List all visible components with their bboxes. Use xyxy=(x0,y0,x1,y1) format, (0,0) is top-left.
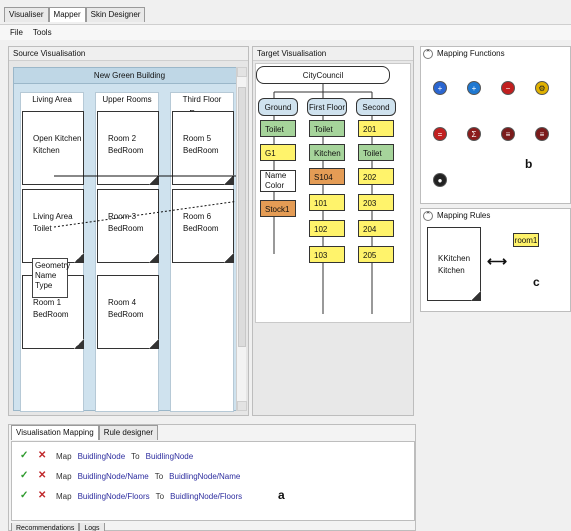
first-kitchen-node[interactable]: Kitchen xyxy=(309,144,345,161)
settings-gear-icon[interactable]: ⚙ xyxy=(535,81,549,95)
target-footer-area xyxy=(255,325,411,413)
tab-visualisation-mapping[interactable]: Visualisation Mapping xyxy=(11,425,99,440)
201-node[interactable]: 201 xyxy=(358,120,394,137)
doc-icon[interactable]: ≡ xyxy=(501,127,515,141)
scroll-down-button[interactable] xyxy=(237,401,247,411)
map-from: BuidlingNode/Name xyxy=(77,471,149,481)
target-panel-title: Target Visualisation xyxy=(253,47,413,61)
ground-floor-column: Ground Toilet G1 Name Color Stock1 xyxy=(258,98,298,298)
collapse-mapping-rules-icon[interactable]: ⌃ xyxy=(423,211,433,221)
map-keyword: Map xyxy=(56,471,72,481)
mapping-list-label-a: a xyxy=(278,488,285,502)
scroll-thumb[interactable] xyxy=(238,87,246,347)
203-node[interactable]: 203 xyxy=(358,194,394,211)
delete-icon[interactable]: ✕ xyxy=(38,470,50,482)
map-keyword: Map xyxy=(56,451,72,461)
202-node[interactable]: 202 xyxy=(358,168,394,185)
remove-node-icon[interactable]: − xyxy=(501,81,515,95)
delete-icon[interactable]: ✕ xyxy=(38,450,50,462)
ground-floor-head: Ground xyxy=(258,98,298,116)
204-node[interactable]: 204 xyxy=(358,220,394,237)
check-icon[interactable]: ✓ xyxy=(20,450,32,462)
map-from: BuidlingNode xyxy=(77,451,126,461)
target-icon[interactable]: ● xyxy=(433,173,447,187)
101-node[interactable]: 101 xyxy=(309,194,345,211)
tab-skin-designer[interactable]: Skin Designer xyxy=(85,7,146,22)
map-to: BuidlingNode/Floors xyxy=(170,491,243,501)
map-keyword: Map xyxy=(56,491,72,501)
103-node[interactable]: 103 xyxy=(309,246,345,263)
second-floor-head: Second Floor xyxy=(356,98,396,130)
mapping-row-1: ✓ ✕ Map BuidlingNode To BuidlingNode xyxy=(20,448,193,464)
mapping-rule-source-card[interactable]: KKitchen Kitchen xyxy=(427,227,481,301)
tab-mapper[interactable]: Mapper xyxy=(48,7,86,22)
menu-file[interactable]: File xyxy=(10,28,23,37)
mapping-rule-list: ✓ ✕ Map BuidlingNode To BuidlingNode ✓ ✕… xyxy=(11,441,415,521)
check-icon[interactable]: ✓ xyxy=(20,490,32,502)
map-to: BuidlingNode xyxy=(145,451,194,461)
source-canvas: New Green Building Living Area Open Kitc… xyxy=(13,67,247,412)
mapping-rules-label-c: c xyxy=(533,275,540,289)
source-panel-title: Source Visualisation xyxy=(9,47,248,61)
bottom-tabs: Visualisation Mapping Rule designer xyxy=(11,425,159,440)
mapping-functions-label-b: b xyxy=(525,157,533,171)
target-canvas: CityCouncil Ground Toilet G1 Name Color … xyxy=(255,63,411,323)
stock1-node[interactable]: Stock1 xyxy=(260,200,296,217)
mapping-row-3: ✓ ✕ Map BuidlingNode/Floors To BuidlingN… xyxy=(20,488,242,504)
app-top-area: Visualiser Mapper Skin Designer File Too… xyxy=(0,0,571,40)
check-icon[interactable]: ✓ xyxy=(20,470,32,482)
g1-node[interactable]: G1 xyxy=(260,144,296,161)
rule-card-kitchen: Kitchen xyxy=(438,266,465,275)
sum-icon[interactable]: Σ xyxy=(467,127,481,141)
bottom-secondary-tabs: Recommendations Logs xyxy=(11,523,105,531)
delete-icon[interactable]: ✕ xyxy=(38,490,50,502)
plus-circle-icon[interactable]: + xyxy=(433,81,447,95)
tab-rule-designer[interactable]: Rule designer xyxy=(98,425,159,440)
tab-visualiser[interactable]: Visualiser xyxy=(4,7,49,22)
first-toilet-node[interactable]: Toilet xyxy=(309,120,345,137)
mapping-functions-title: Mapping Functions xyxy=(437,49,505,58)
mapping-functions-panel: ⌃ Mapping Functions + + − ⚙ = Σ ≡ ≡ ● b xyxy=(420,46,571,204)
menu-bar: File Tools xyxy=(0,24,571,40)
bottom-panel: Visualisation Mapping Rule designer ✓ ✕ … xyxy=(8,424,416,531)
first-floor-column: First Floor Toilet Kitchen S104 101 102 … xyxy=(307,98,347,298)
second-toilet-node[interactable]: Toilet xyxy=(358,144,394,161)
second-floor-column: Second Floor 201 Toilet 202 203 204 205 xyxy=(356,98,396,298)
mapping-rules-panel: ⌃ Mapping Rules KKitchen Kitchen ⟷ room1… xyxy=(420,208,571,312)
double-arrow-icon: ⟷ xyxy=(487,253,508,269)
equals-circle-icon[interactable]: = xyxy=(433,127,447,141)
tab-logs[interactable]: Logs xyxy=(79,523,105,531)
102-node[interactable]: 102 xyxy=(309,220,345,237)
scroll-up-button[interactable] xyxy=(237,67,247,77)
to-keyword: To xyxy=(131,451,140,461)
menu-tools[interactable]: Tools xyxy=(33,28,52,37)
source-scrollbar[interactable] xyxy=(236,67,247,411)
source-visualisation-panel: Source Visualisation New Green Building … xyxy=(8,46,249,416)
to-keyword: To xyxy=(155,491,165,501)
collapse-mapping-functions-icon[interactable]: ⌃ xyxy=(423,49,433,59)
to-keyword: To xyxy=(154,471,164,481)
name-label: Name xyxy=(265,171,287,180)
top-tabs: Visualiser Mapper Skin Designer xyxy=(4,7,146,22)
map-to: BuidlingNode/Name xyxy=(169,471,241,481)
mapping-links xyxy=(53,173,247,228)
mapping-row-2: ✓ ✕ Map BuidlingNode/Name To BuidlingNod… xyxy=(20,468,240,484)
tab-recommendations[interactable]: Recommendations xyxy=(11,523,80,531)
map-from: BuidlingNode/Floors xyxy=(77,491,150,501)
add-node-icon[interactable]: + xyxy=(467,81,481,95)
mapping-rule-target-node[interactable]: room1 xyxy=(513,233,539,247)
target-visualisation-panel: Target Visualisation CityCouncil Ground … xyxy=(252,46,414,416)
ground-toilet-node[interactable]: Toilet xyxy=(260,120,296,137)
color-label: Color xyxy=(265,181,285,190)
name-to-name-link xyxy=(53,199,247,228)
list-icon[interactable]: ≡ xyxy=(535,127,549,141)
205-node[interactable]: 205 xyxy=(358,246,394,263)
mapping-rules-title: Mapping Rules xyxy=(437,211,491,220)
rule-card-kkitchen: KKitchen xyxy=(438,254,471,263)
name-color-node[interactable]: Name Color xyxy=(260,170,296,192)
s104-node[interactable]: S104 xyxy=(309,168,345,185)
first-floor-head: First Floor xyxy=(307,98,347,116)
